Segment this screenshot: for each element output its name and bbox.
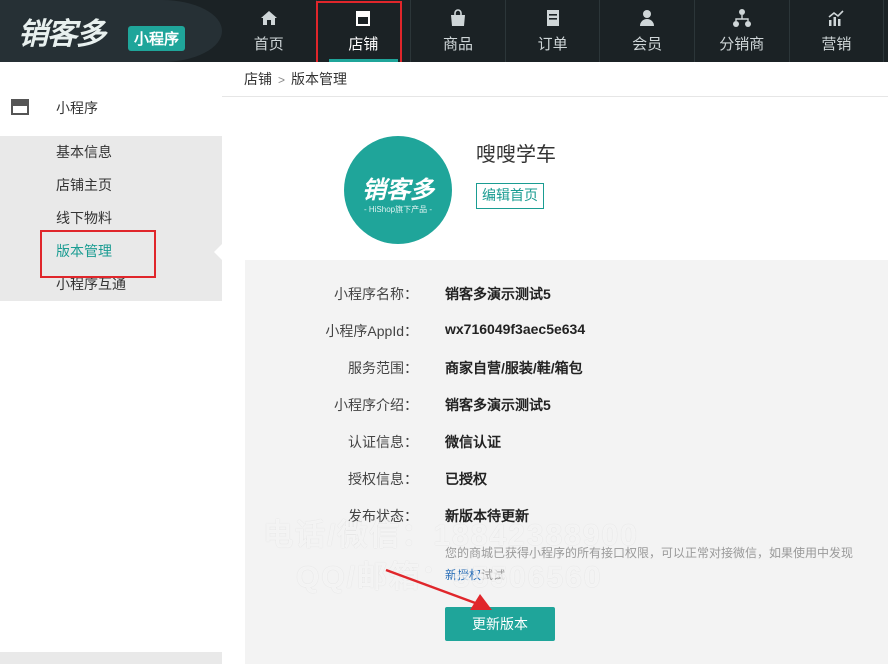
highlight-box-nav	[316, 1, 402, 70]
nav-label: 首页	[253, 36, 284, 53]
info-value: wx716049f3aec5e634	[445, 321, 586, 337]
highlight-box-sidebar	[40, 230, 156, 278]
contact-watermark-phone: 电话/微信：18842388900	[263, 519, 639, 552]
info-value: 微信认证	[445, 434, 501, 450]
nav-label: 会员	[632, 36, 663, 53]
nav-item-marketing[interactable]: 营销	[790, 0, 885, 62]
nav-item-orders[interactable]: 订单	[506, 0, 601, 62]
logo[interactable]: 销客多 小程序	[0, 0, 222, 62]
sidebar-item-basic-info[interactable]: 基本信息	[0, 136, 222, 169]
nav-label: 营销	[821, 36, 852, 53]
shop-name: 嗖嗖学车	[476, 144, 556, 166]
logo-badge: 小程序	[128, 26, 186, 51]
nav-label: 订单	[537, 36, 568, 53]
info-value: 销客多演示测试5	[445, 286, 551, 302]
info-row: 服务范围： 商家自营/服装/鞋/箱包	[245, 358, 888, 378]
nav-item-goods[interactable]: 商品	[411, 0, 506, 62]
sidebar-item-store-home[interactable]: 店铺主页	[0, 169, 222, 202]
nav-item-home[interactable]: 首页	[222, 0, 317, 62]
sidebar-spacer	[0, 308, 222, 664]
info-key: 小程序AppId：	[325, 323, 418, 339]
avatar-logo-text: 销客多	[362, 177, 434, 204]
logo-text: 销客多	[18, 18, 106, 51]
info-value: 商家自营/服装/鞋/箱包	[445, 360, 583, 376]
info-row: 小程序AppId： wx716049f3aec5e634	[245, 321, 888, 341]
app-info-panel: 小程序名称： 销客多演示测试5 小程序AppId： wx716049f3aec5e6…	[245, 260, 888, 664]
sidebar-title: 小程序	[56, 100, 98, 116]
shop-avatar: 销客多 - HiShop旗下产品 -	[344, 136, 452, 244]
user-icon	[640, 10, 655, 26]
info-key: 授权信息：	[348, 471, 418, 487]
red-arrow-annotation	[385, 568, 492, 610]
home-icon	[260, 11, 277, 25]
nav-label: 分销商	[719, 36, 765, 53]
chevron-right-icon: >	[278, 73, 286, 87]
breadcrumb-current: 版本管理	[291, 71, 348, 87]
sidebar-footer	[0, 652, 222, 664]
nav-item-members[interactable]: 会员	[600, 0, 695, 62]
edit-homepage-button[interactable]: 编辑首页	[476, 183, 544, 209]
bag-icon	[450, 9, 465, 26]
nav-item-distributors[interactable]: 分销商	[695, 0, 790, 62]
info-row: 小程序名称： 销客多演示测试5	[245, 284, 888, 304]
info-key: 小程序名称：	[334, 286, 418, 302]
info-row: 认证信息： 微信认证	[245, 432, 888, 452]
nav-label: 商品	[442, 36, 473, 53]
breadcrumb: 店铺 > 版本管理	[222, 62, 888, 97]
store-icon	[11, 99, 29, 115]
info-row: 小程序介绍： 销客多演示测试5	[245, 395, 888, 415]
info-key: 服务范围：	[348, 360, 418, 376]
avatar-subtext: - HiShop旗下产品 -	[363, 205, 432, 214]
sidebar-header: 小程序	[0, 62, 222, 136]
chart-icon	[828, 10, 844, 26]
info-value: 销客多演示测试5	[445, 397, 551, 413]
info-row: 授权信息： 已授权	[245, 469, 888, 489]
sidebar: 小程序 基本信息 店铺主页 线下物料 版本管理 小程序互通	[0, 62, 223, 664]
info-value: 已授权	[445, 471, 487, 487]
info-key: 认证信息：	[348, 434, 418, 450]
distributor-icon	[732, 9, 751, 27]
info-key: 小程序介绍：	[334, 397, 418, 413]
order-icon	[546, 10, 559, 26]
breadcrumb-root[interactable]: 店铺	[244, 71, 272, 87]
top-nav-bar: 销客多 小程序 首页 店铺 商品 订单 会员 分销商 营销	[0, 0, 888, 62]
